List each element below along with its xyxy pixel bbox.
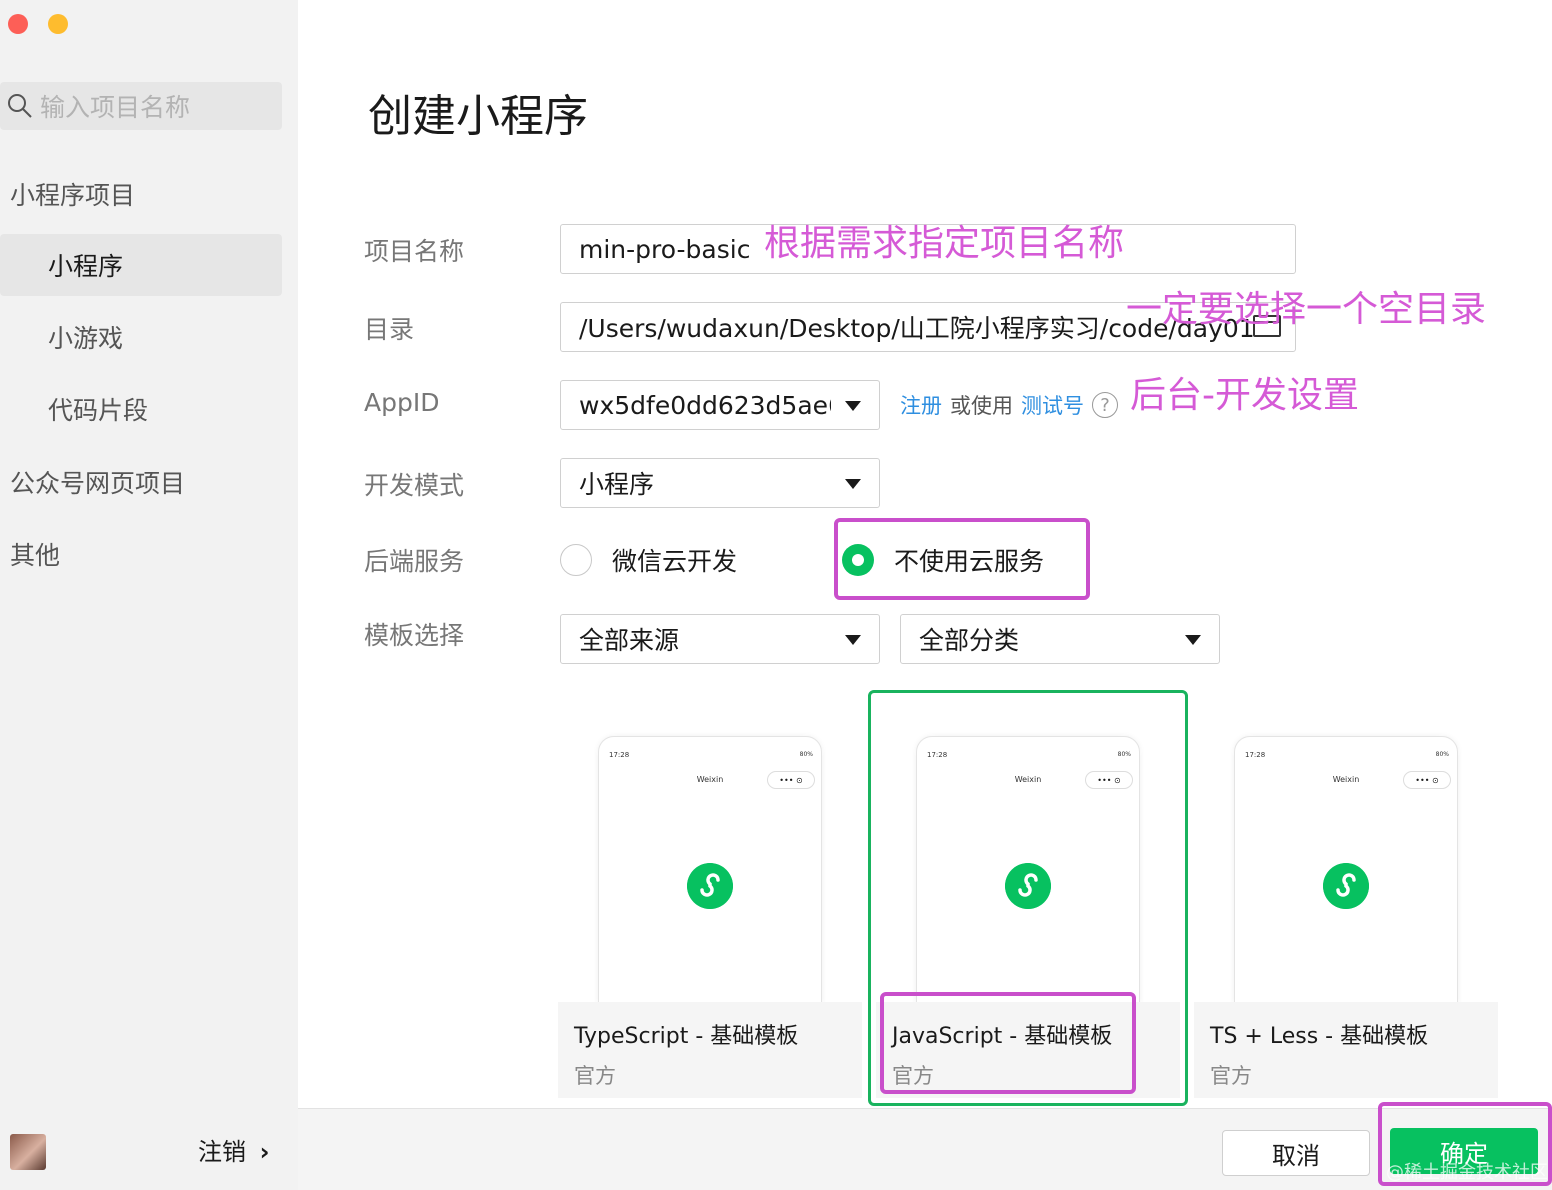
template-card-footer: TS + Less - 基础模板 官方 xyxy=(1194,1002,1498,1098)
appid-label: AppID xyxy=(364,388,440,417)
sidebar-item-label: 小游戏 xyxy=(48,324,124,353)
chevron-down-icon xyxy=(845,401,861,411)
avatar[interactable] xyxy=(10,1134,46,1170)
help-icon[interactable]: ? xyxy=(1092,392,1118,418)
miniprogram-logo-icon xyxy=(687,863,733,909)
logout-button[interactable]: 注销 › xyxy=(198,1132,270,1167)
chevron-down-icon xyxy=(845,635,861,645)
search-placeholder: 输入项目名称 xyxy=(40,93,191,122)
template-preview: 17:28 80% ••• ⊙ Weixin xyxy=(1234,736,1458,1006)
radio-cloud-dev[interactable] xyxy=(560,544,592,576)
preview-time: 17:28 xyxy=(1245,751,1266,759)
template-source: 官方 xyxy=(574,1064,616,1088)
chevron-down-icon xyxy=(845,479,861,489)
template-name: TypeScript - 基础模板 xyxy=(574,1024,799,1049)
preview-time: 17:28 xyxy=(609,751,630,759)
template-name: TS + Less - 基础模板 xyxy=(1210,1024,1429,1049)
window-controls xyxy=(8,14,68,34)
template-source-select[interactable]: 全部来源 xyxy=(560,614,880,664)
preview-battery: 80% xyxy=(799,751,813,758)
template-label: 模板选择 xyxy=(364,621,465,650)
appid-select[interactable]: wx5dfe0dd623d5ae6a xyxy=(560,380,880,430)
template-source-value: 全部来源 xyxy=(579,626,680,655)
preview-battery: 80% xyxy=(1435,751,1449,758)
sidebar-group-miniprogram[interactable]: 小程序项目 xyxy=(10,176,135,212)
directory-label: 目录 xyxy=(364,315,415,344)
highlight-confirm-button xyxy=(1378,1102,1552,1186)
radio-cloud-dev-label[interactable]: 微信云开发 xyxy=(612,542,737,578)
sidebar-group-other[interactable]: 其他 xyxy=(10,536,60,572)
highlight-no-cloud xyxy=(834,518,1090,600)
annotation-project-name: 根据需求指定项目名称 xyxy=(764,223,1125,264)
template-card-ts-less[interactable]: 17:28 80% ••• ⊙ Weixin TS + Less - 基础模板 … xyxy=(1194,736,1498,1098)
sidebar-item-label: 小程序 xyxy=(48,252,124,281)
template-card-typescript[interactable]: 17:28 80% ••• ⊙ Weixin TypeScript - 基础模板… xyxy=(558,736,862,1098)
template-source: 官方 xyxy=(1210,1064,1252,1088)
test-account-link[interactable]: 测试号 xyxy=(1021,390,1084,420)
sidebar: 输入项目名称 小程序项目 小程序 小游戏 代码片段 公众号网页项目 其他 注销 … xyxy=(0,0,298,1190)
template-preview: 17:28 80% ••• ⊙ Weixin xyxy=(598,736,822,1006)
dev-mode-select[interactable]: 小程序 xyxy=(560,458,880,508)
register-link[interactable]: 注册 xyxy=(900,390,942,420)
sidebar-group-official-account[interactable]: 公众号网页项目 xyxy=(10,464,185,500)
appid-value: wx5dfe0dd623d5ae6a xyxy=(579,390,831,420)
close-window-icon[interactable] xyxy=(8,14,28,34)
chevron-down-icon xyxy=(1185,635,1201,645)
cancel-button[interactable]: 取消 xyxy=(1222,1130,1370,1176)
page-title: 创建小程序 xyxy=(368,91,588,142)
template-card-footer: TypeScript - 基础模板 官方 xyxy=(558,1002,862,1098)
annotation-directory: 一定要选择一个空目录 xyxy=(1126,289,1487,330)
minimize-window-icon[interactable] xyxy=(48,14,68,34)
sidebar-item-code-snippet[interactable]: 代码片段 xyxy=(0,378,282,440)
template-category-select[interactable]: 全部分类 xyxy=(900,614,1220,664)
preview-title: Weixin xyxy=(696,775,724,784)
sidebar-item-miniprogram[interactable]: 小程序 xyxy=(0,234,282,296)
chevron-right-icon: › xyxy=(259,1138,270,1166)
highlight-javascript-template xyxy=(880,992,1136,1094)
search-icon xyxy=(8,94,32,118)
project-name-label: 项目名称 xyxy=(364,237,465,266)
or-use-text: 或使用 xyxy=(950,394,1013,418)
backend-label: 后端服务 xyxy=(364,547,465,576)
miniprogram-logo-icon xyxy=(1323,863,1369,909)
search-input[interactable]: 输入项目名称 xyxy=(0,82,282,130)
appid-links: 注册 或使用 测试号 ? xyxy=(900,390,1118,420)
dev-mode-value: 小程序 xyxy=(579,470,655,499)
preview-title: Weixin xyxy=(1332,775,1360,784)
create-miniprogram-window: 输入项目名称 小程序项目 小程序 小游戏 代码片段 公众号网页项目 其他 注销 … xyxy=(0,0,1552,1190)
sidebar-item-minigame[interactable]: 小游戏 xyxy=(0,306,282,368)
sidebar-item-label: 代码片段 xyxy=(48,396,149,425)
annotation-appid: 后台-开发设置 xyxy=(1130,375,1359,416)
project-name-value: min-pro-basic xyxy=(579,234,751,264)
dev-mode-label: 开发模式 xyxy=(364,471,465,500)
template-category-value: 全部分类 xyxy=(919,626,1020,655)
logout-label: 注销 xyxy=(198,1138,246,1166)
